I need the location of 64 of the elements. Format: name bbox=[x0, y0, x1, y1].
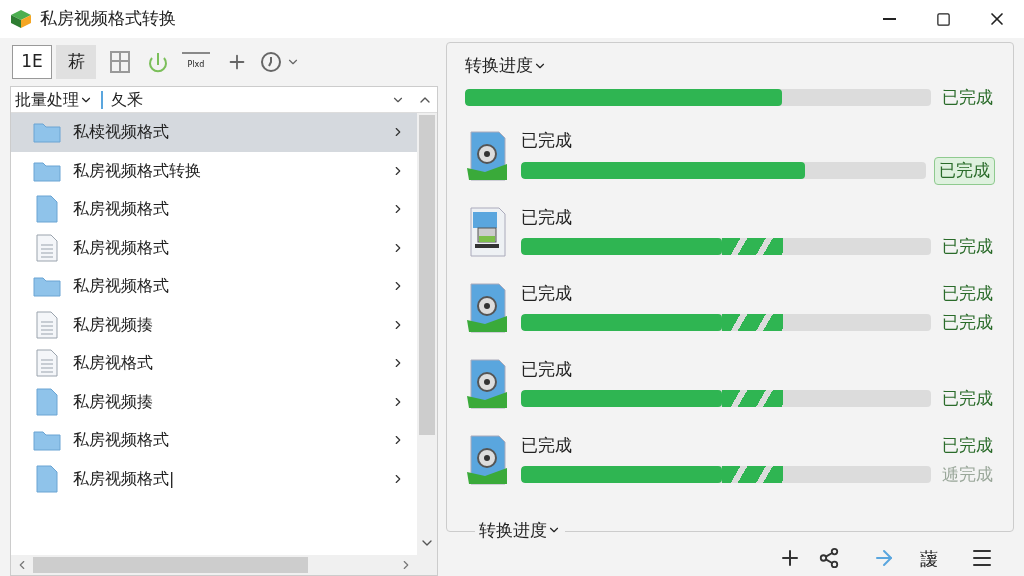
status-text: 已完成 bbox=[940, 281, 994, 305]
toolbar-tab[interactable]: 1E bbox=[12, 45, 52, 79]
file-icon bbox=[36, 387, 58, 416]
file-row[interactable]: 私房视频格式| bbox=[11, 459, 417, 498]
minimize-icon bbox=[882, 18, 896, 20]
folder-icon bbox=[33, 429, 61, 452]
task-title: 已完成 bbox=[521, 357, 572, 381]
timer-icon[interactable] bbox=[260, 51, 282, 73]
batch-menu[interactable]: 批量处理 bbox=[15, 87, 93, 112]
file-icon bbox=[36, 195, 58, 224]
folder-icon bbox=[33, 121, 61, 144]
toolbar-tab[interactable]: 菥 bbox=[56, 45, 96, 79]
status-text: 已完成 bbox=[940, 311, 994, 334]
file-name: 私房视频格式| bbox=[73, 467, 175, 490]
video-file-icon bbox=[465, 434, 509, 486]
status-text: 已完成 bbox=[940, 85, 994, 109]
status-text: 逓完成 bbox=[940, 463, 994, 486]
task-title: 已完成 bbox=[521, 281, 572, 305]
window-title: 私房视频格式转换 bbox=[40, 7, 176, 31]
file-name: 私房视频格式 bbox=[73, 429, 169, 452]
progress-tab[interactable]: 转换进度 bbox=[465, 53, 547, 79]
video-file-icon bbox=[465, 358, 509, 410]
file-row[interactable]: 私房视频揍 bbox=[11, 305, 417, 344]
file-name: 私椟视频格式 bbox=[73, 121, 169, 144]
document-icon bbox=[36, 310, 58, 339]
file-row[interactable]: 私房视频格式转换 bbox=[11, 151, 417, 190]
file-row[interactable]: 私房视频格式 bbox=[11, 190, 417, 229]
footer-tab[interactable]: 转换进度 bbox=[479, 517, 561, 543]
horizontal-scrollbar[interactable] bbox=[11, 555, 437, 575]
scrollbar-thumb[interactable] bbox=[419, 115, 435, 435]
filter-label: 夂釆 bbox=[111, 88, 143, 111]
file-icon bbox=[36, 464, 58, 493]
file-row[interactable]: 私房视频格式 bbox=[11, 228, 417, 267]
task-title: 已完成 bbox=[521, 433, 572, 457]
app-logo-icon bbox=[10, 9, 32, 29]
document-icon bbox=[36, 349, 58, 378]
file-name: 私房视频揍 bbox=[73, 390, 153, 413]
status-text: 已完成 bbox=[940, 387, 994, 410]
folder-icon bbox=[33, 159, 61, 182]
status-text: 已完成 bbox=[934, 157, 995, 185]
vertical-scrollbar[interactable] bbox=[417, 113, 437, 555]
document-icon bbox=[36, 233, 58, 262]
task-title: 已完成 bbox=[521, 205, 572, 229]
file-row[interactable]: 私房视频格式 bbox=[11, 421, 417, 460]
maximize-icon bbox=[935, 11, 951, 27]
file-name: 私房视频格式 bbox=[73, 198, 169, 221]
file-row[interactable]: 私房视频格式 bbox=[11, 267, 417, 306]
plot-button[interactable]: Plxd bbox=[182, 52, 210, 72]
file-row[interactable]: 私椟视频格式 bbox=[11, 113, 417, 152]
file-name: 私房视频揍 bbox=[73, 313, 153, 336]
file-name: 私房视频格式 bbox=[73, 275, 169, 298]
file-row[interactable]: 私房视频揍 bbox=[11, 382, 417, 421]
file-name: 私房视频格式转换 bbox=[73, 159, 201, 182]
folder-icon bbox=[33, 275, 61, 298]
status-text: 已完成 bbox=[940, 235, 994, 258]
toolbar-button[interactable]: 蘐 bbox=[920, 544, 938, 572]
status-text: 已完成 bbox=[940, 433, 994, 457]
file-name: 私房视频格式 bbox=[73, 236, 169, 259]
video-file-icon bbox=[465, 282, 509, 334]
file-name: 私房视格式 bbox=[73, 352, 153, 375]
video-file-icon bbox=[465, 130, 509, 182]
file-row[interactable]: 私房视格式 bbox=[11, 344, 417, 383]
task-title: 已完成 bbox=[521, 128, 572, 152]
share-icon[interactable] bbox=[818, 547, 840, 569]
